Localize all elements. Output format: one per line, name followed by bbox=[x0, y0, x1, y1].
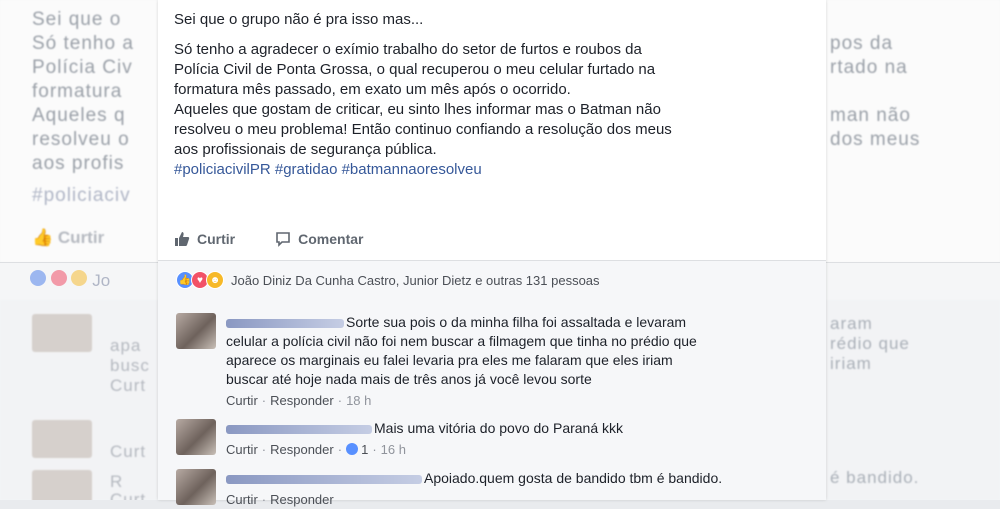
bg-right-line bbox=[830, 80, 920, 104]
comment-body: Apoiado.quem gosta de bandido tbm é band… bbox=[226, 469, 816, 509]
bg-avatar bbox=[32, 314, 92, 352]
post-line: aos profissionais de segurança pública. bbox=[174, 141, 437, 158]
reactions-row[interactable]: 👍 ♥ ☻ João Diniz Da Cunha Castro, Junior… bbox=[176, 270, 600, 290]
comment-line: aparece os marginais eu falei levaria pr… bbox=[226, 352, 673, 368]
bg-right-text: pos da rtado na man não dos meus bbox=[830, 32, 920, 152]
comment-text: Mais uma vitória do povo do Paraná kkk bbox=[226, 419, 816, 438]
post-card: Sei que o grupo não é pra isso mas... Só… bbox=[158, 0, 826, 507]
comment-meta: Curtir · Responder · 1 · 16 h bbox=[226, 440, 816, 459]
bg-right-line: man não bbox=[830, 105, 911, 126]
comment-body: Mais uma vitória do povo do Paraná kkk C… bbox=[226, 419, 816, 459]
reactions-summary[interactable]: João Diniz Da Cunha Castro, Junior Dietz… bbox=[231, 273, 600, 288]
bg-cr-line: iriam bbox=[830, 354, 872, 373]
meta-separator: · bbox=[337, 393, 343, 408]
comment-line: Mais uma vitória do povo do Paraná kkk bbox=[374, 420, 624, 436]
bg-like-icon: 👍 bbox=[32, 228, 54, 247]
meta-separator: · bbox=[337, 442, 343, 457]
post-line: formatura mês passado, em exato um mês a… bbox=[174, 81, 571, 98]
comment-line: buscar até hoje nada mais de três anos j… bbox=[226, 371, 592, 387]
comment-line: Sorte sua pois o da minha filha foi assa… bbox=[346, 314, 687, 330]
bg-cl-line: Curt bbox=[110, 376, 147, 395]
thumbs-up-icon bbox=[175, 232, 190, 246]
comment-line: Apoiado.quem gosta de bandido tbm é band… bbox=[424, 470, 723, 486]
bg-like-icon bbox=[30, 270, 46, 286]
post-text: Sei que o grupo não é pra isso mas... Só… bbox=[174, 10, 814, 180]
redacted-name[interactable] bbox=[226, 474, 422, 484]
bg-avatar bbox=[32, 420, 92, 458]
bg-cr-line: é bandido. bbox=[830, 468, 920, 487]
bg-reactions-text: Jo bbox=[92, 271, 111, 290]
comment-like-link[interactable]: Curtir bbox=[226, 442, 258, 457]
bg-cr-line: rédio que bbox=[830, 334, 910, 353]
like-label: Curtir bbox=[197, 231, 236, 247]
bg-comment-right: aram rédio que iriam bbox=[830, 314, 910, 374]
bg-cl-line: Curt bbox=[110, 490, 147, 500]
post-line: Aqueles que gostam de criticar, eu sinto… bbox=[174, 101, 661, 118]
comment-text: Apoiado.quem gosta de bandido tbm é band… bbox=[226, 469, 816, 488]
like-icon bbox=[346, 443, 359, 455]
bg-reactions: Jo bbox=[30, 270, 110, 291]
comment-reply-link[interactable]: Responder bbox=[270, 442, 334, 457]
comment-body: Sorte sua pois o da minha filha foi assa… bbox=[226, 313, 816, 410]
bg-curtir-label: Curtir bbox=[57, 228, 105, 247]
comment-button[interactable]: Comentar bbox=[275, 231, 363, 247]
bg-cl-line: Curt bbox=[110, 442, 147, 461]
bg-avatar bbox=[32, 470, 92, 500]
comment-time[interactable]: 16 h bbox=[381, 442, 406, 457]
comment-icon bbox=[276, 232, 290, 247]
like-count-value: 1 bbox=[361, 442, 369, 457]
avatar[interactable] bbox=[176, 313, 216, 349]
bg-curtir: 👍 Curtir bbox=[32, 228, 104, 248]
redacted-name[interactable] bbox=[226, 424, 372, 434]
bg-right-line: pos da bbox=[830, 33, 894, 54]
bg-cl-line: apa bbox=[110, 336, 142, 355]
bg-haha-icon bbox=[71, 270, 88, 286]
meta-separator: · bbox=[261, 393, 267, 408]
bg-right-line: dos meus bbox=[830, 129, 921, 150]
comment-like-link[interactable]: Curtir bbox=[226, 393, 258, 408]
comment-reply-link[interactable]: Responder bbox=[270, 393, 334, 408]
comment-text: Sorte sua pois o da minha filha foi assa… bbox=[226, 313, 816, 332]
meta-separator: · bbox=[372, 442, 377, 457]
post-line: Só tenho a agradecer o exímio trabalho d… bbox=[174, 41, 642, 58]
comment-like-count[interactable]: 1 bbox=[346, 442, 368, 457]
post-line: Polícia Civil de Ponta Grossa, o qual re… bbox=[174, 61, 656, 78]
bg-right-line: rtado na bbox=[830, 57, 908, 78]
post-actions: Curtir Comentar bbox=[174, 226, 814, 252]
redacted-name[interactable] bbox=[226, 318, 344, 328]
bg-cr-line: aram bbox=[830, 314, 873, 333]
comments-area: 👍 ♥ ☻ João Diniz Da Cunha Castro, Junior… bbox=[158, 261, 826, 507]
meta-separator: · bbox=[261, 442, 267, 457]
bg-cl-line: R bbox=[110, 472, 124, 491]
comment-label: Comentar bbox=[298, 231, 364, 247]
bg-cl-line: busc bbox=[110, 356, 150, 375]
avatar[interactable] bbox=[176, 419, 216, 455]
bg-love-icon bbox=[50, 270, 67, 286]
haha-icon: ☻ bbox=[206, 271, 224, 289]
comment-line: celular a polícia civil não foi nem busc… bbox=[226, 333, 697, 349]
comment-time[interactable]: 18 h bbox=[346, 393, 371, 408]
post-hashtags[interactable]: #policiacivilPR #gratidao #batmannaoreso… bbox=[174, 160, 814, 180]
post-first-line: Sei que o grupo não é pra isso mas... bbox=[174, 11, 424, 28]
bg-comment-left: apa busc Curt bbox=[110, 336, 150, 396]
post-line: resolveu o meu problema! Então continuo … bbox=[174, 121, 672, 138]
like-button[interactable]: Curtir bbox=[174, 231, 235, 247]
comment-meta: Curtir · Responder · 18 h bbox=[226, 391, 816, 410]
